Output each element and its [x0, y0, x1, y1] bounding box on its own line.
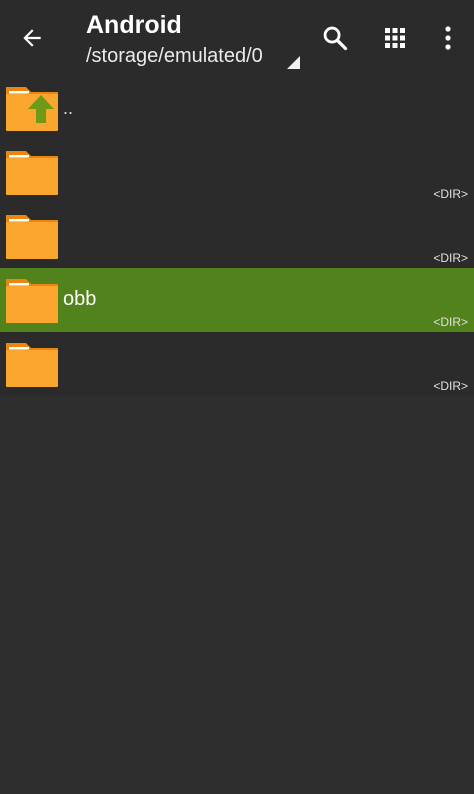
parent-folder-label: ..: [63, 98, 74, 118]
folder-icon: [4, 339, 60, 389]
search-icon[interactable]: [319, 22, 351, 54]
folder-row[interactable]: <DIR>: [0, 140, 474, 204]
dir-tag: <DIR>: [433, 379, 468, 393]
folder-up-icon: [4, 83, 60, 133]
folder-row[interactable]: <DIR>: [0, 204, 474, 268]
dropdown-triangle-icon: [287, 56, 300, 69]
folder-icon: [4, 211, 60, 261]
dir-tag: <DIR>: [433, 251, 468, 265]
parent-folder-row[interactable]: ..: [0, 76, 474, 140]
folder-row[interactable]: <DIR>: [0, 332, 474, 396]
folder-icon: [4, 147, 60, 197]
file-list: .. <DIR> <DIR> obb <DIR> <DIR>: [0, 76, 474, 396]
folder-name: obb: [63, 288, 97, 310]
folder-title: Android: [86, 11, 182, 39]
path-dropdown[interactable]: /storage/emulated/0: [86, 45, 302, 71]
more-vert-icon[interactable]: [432, 22, 464, 54]
folder-row-obb[interactable]: obb <DIR>: [0, 268, 474, 332]
folder-icon: [4, 275, 60, 325]
back-arrow-icon[interactable]: [14, 20, 50, 56]
current-path: /storage/emulated/0: [86, 45, 263, 67]
dir-tag: <DIR>: [433, 315, 468, 329]
app-bar: Android /storage/emulated/0: [0, 0, 474, 76]
dir-tag: <DIR>: [433, 187, 468, 201]
grid-view-icon[interactable]: [379, 22, 411, 54]
